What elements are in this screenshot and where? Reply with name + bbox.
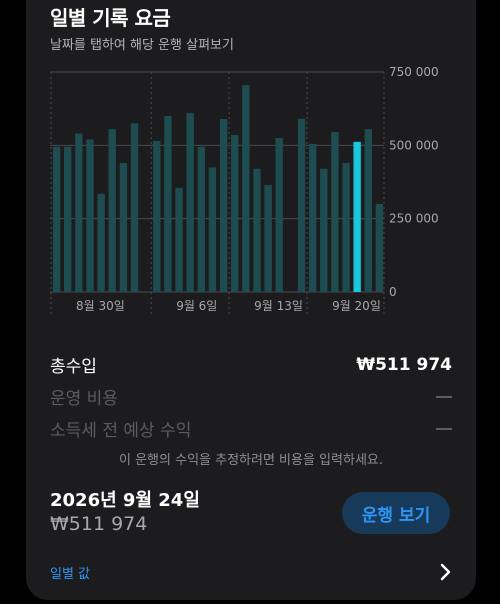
x-tick-label: 9월 13일 [254,299,303,313]
chevron-right-icon[interactable] [438,562,454,582]
bar[interactable] [297,118,306,292]
bar[interactable] [75,133,83,292]
bar[interactable] [208,167,217,292]
bar[interactable] [364,129,372,292]
operating-cost-row[interactable]: 운영 비용 [50,384,452,409]
view-trips-button[interactable]: 운행 보기 [342,492,450,534]
x-tick-label: 8월 30일 [76,299,125,313]
bar[interactable] [86,139,94,292]
selected-bar[interactable] [353,141,361,292]
bar[interactable] [153,140,161,292]
bar[interactable] [242,85,250,292]
bar[interactable] [97,193,105,292]
net-income-value [436,427,452,430]
bar[interactable] [186,113,194,292]
selected-date: 2026년 9월 24일 [50,490,200,511]
x-tick-label: 9월 6일 [176,299,217,313]
daily-values-link[interactable]: 일별 값 [50,563,90,582]
bar[interactable] [231,135,239,292]
bar[interactable] [175,187,183,292]
bar[interactable] [219,118,228,292]
total-income-value: ₩511 974 [356,354,452,375]
bar[interactable] [275,138,283,292]
cost-hint: 이 운행의 수익을 추정하려면 비용을 입력하세요. [119,453,383,468]
y-tick-label: 500 000 [389,138,439,152]
total-income-row: 총수입 ₩511 974 [50,352,452,378]
net-income-row: 소득세 전 예상 수익 [50,416,452,441]
bar[interactable] [52,146,61,292]
bar[interactable] [308,143,317,292]
bar[interactable] [320,168,328,292]
card-title: 일별 기록 요금 [50,6,171,30]
bar[interactable] [342,162,350,292]
selected-amount: ₩511 974 [50,513,148,535]
bar-chart-svg[interactable]: 0 250 000 500 000 750 000 8월 30일 9월 6일 9월 13일 9… [26,60,476,340]
net-income-label: 소득세 전 예상 수익 [50,421,192,441]
y-tick-label: 750 000 [389,65,439,79]
bar[interactable] [197,146,205,292]
card-subtitle: 날짜를 탭하여 해당 운행 살펴보기 [50,38,234,53]
bar[interactable] [64,146,72,292]
daily-fare-card: 일별 기록 요금 날짜를 탭하여 해당 운행 살펴보기 0 250 000 500 … [26,0,476,600]
operating-cost-value [436,395,452,398]
bar[interactable] [264,184,272,292]
bar[interactable] [253,168,261,292]
bar[interactable] [164,116,172,292]
bar[interactable] [375,204,384,292]
total-income-label: 총수입 [50,357,97,377]
y-tick-label: 250 000 [389,212,439,226]
bar[interactable] [130,123,139,292]
x-tick-label: 9월 20일 [332,299,381,313]
operating-cost-label: 운영 비용 [50,389,118,409]
y-tick-label: 0 [389,285,397,299]
bar[interactable] [108,129,116,292]
daily-fare-chart[interactable]: 0 250 000 500 000 750 000 8월 30일 9월 6일 9월 13일 9… [26,60,476,340]
bar[interactable] [119,162,128,292]
bar[interactable] [331,132,339,292]
